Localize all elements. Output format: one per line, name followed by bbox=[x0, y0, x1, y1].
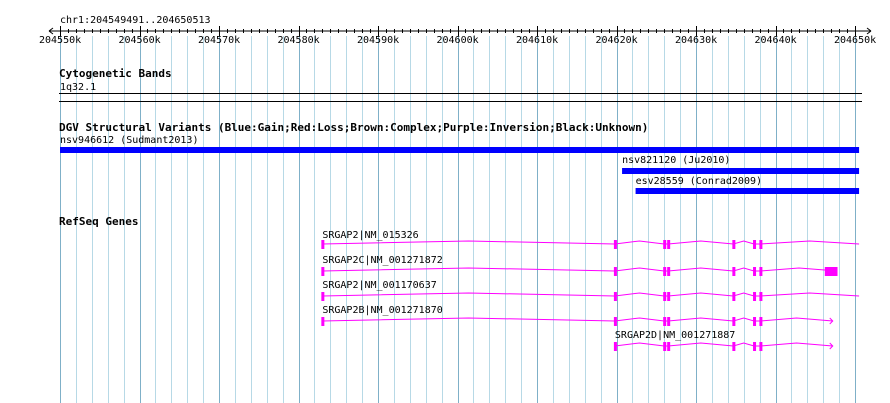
gene-exon bbox=[613, 317, 617, 326]
gene-exon bbox=[759, 267, 763, 276]
gene-label[interactable]: SRGAP2D|NM_001271887 bbox=[615, 330, 735, 341]
ruler-tick-label: 204580k bbox=[277, 35, 320, 46]
gene-exon bbox=[613, 292, 617, 301]
gene-exon bbox=[667, 317, 671, 326]
gene-intron-line bbox=[322, 317, 833, 322]
cytoband-label[interactable]: 1q32.1 bbox=[60, 82, 96, 93]
dgv-variant-bar bbox=[622, 168, 860, 174]
ruler-tick-label: 204600k bbox=[436, 35, 479, 46]
gene-exon bbox=[663, 317, 667, 326]
dgv-variant-bar bbox=[60, 147, 860, 153]
gene-exon bbox=[759, 317, 763, 326]
gene-exon bbox=[663, 342, 667, 351]
gene-intron-line bbox=[614, 342, 833, 347]
gene-exon bbox=[732, 342, 736, 351]
ruler-tick-label: 204560k bbox=[118, 35, 161, 46]
gene-model bbox=[613, 342, 834, 351]
gene-exon bbox=[753, 317, 757, 326]
dgv-variant-label[interactable]: esv28559 (Conrad2009) bbox=[636, 176, 762, 187]
gene-model bbox=[321, 267, 838, 276]
gene-exon bbox=[753, 267, 757, 276]
gene-exon bbox=[663, 292, 667, 301]
dgv-track-title: DGV Structural Variants (Blue:Gain;Red:L… bbox=[59, 121, 649, 134]
ruler-tick-label: 204640k bbox=[754, 35, 797, 46]
gene-exon bbox=[732, 267, 736, 276]
ruler-tick-label: 204630k bbox=[675, 35, 718, 46]
gene-label[interactable]: SRGAP2|NM_015326 bbox=[322, 230, 418, 241]
gene-exon bbox=[759, 342, 763, 351]
refseq-track-title: RefSeq Genes bbox=[59, 215, 139, 228]
gene-exon bbox=[321, 267, 325, 276]
gene-exon bbox=[667, 267, 671, 276]
ruler-tick-label: 204590k bbox=[357, 35, 400, 46]
dgv-variant-label[interactable]: nsv946612 (Sudmant2013) bbox=[60, 135, 198, 146]
gene-exon bbox=[613, 267, 617, 276]
gene-exon bbox=[321, 240, 325, 249]
dgv-variant-label[interactable]: nsv821120 (Ju2010) bbox=[622, 155, 730, 166]
ruler-tick-label: 204610k bbox=[516, 35, 559, 46]
gene-exon bbox=[759, 240, 763, 249]
gene-exon bbox=[732, 292, 736, 301]
gene-exon bbox=[667, 292, 671, 301]
ruler-tick-label: 204650k bbox=[834, 35, 877, 46]
ruler-tick-label: 204570k bbox=[198, 35, 241, 46]
gene-exon bbox=[753, 240, 757, 249]
gene-model bbox=[321, 292, 860, 301]
cytoband-track-title: Cytogenetic Bands bbox=[59, 67, 172, 80]
gene-exon bbox=[759, 292, 763, 301]
grid-lines bbox=[60, 36, 856, 403]
gene-model bbox=[321, 317, 834, 326]
gene-label[interactable]: SRGAP2C|NM_001271872 bbox=[322, 255, 442, 266]
gene-exon bbox=[321, 292, 325, 301]
gene-exon bbox=[732, 240, 736, 249]
ruler-tick-label: 204620k bbox=[595, 35, 638, 46]
gene-exon bbox=[753, 292, 757, 301]
gene-label[interactable]: SRGAP2B|NM_001271870 bbox=[322, 305, 442, 316]
genome-browser-view bbox=[48, 26, 872, 403]
gene-intron-line bbox=[322, 292, 860, 297]
region-label: chr1:204549491..204650513 bbox=[60, 15, 211, 26]
gene-exon bbox=[663, 267, 667, 276]
gene-exon bbox=[732, 317, 736, 326]
ruler-tick-label: 204550k bbox=[39, 35, 82, 46]
gene-exon bbox=[321, 317, 325, 326]
gene-end-block bbox=[824, 267, 838, 276]
gene-exon bbox=[667, 240, 671, 249]
gene-exon bbox=[613, 240, 617, 249]
gene-model bbox=[321, 240, 860, 249]
gene-exon bbox=[667, 342, 671, 351]
gene-exon bbox=[613, 342, 617, 351]
dgv-variant-bar bbox=[635, 188, 860, 194]
gene-label[interactable]: SRGAP2|NM_001170637 bbox=[322, 280, 436, 291]
gene-intron-line bbox=[322, 240, 860, 245]
gene-exon bbox=[753, 342, 757, 351]
gene-exon bbox=[663, 240, 667, 249]
